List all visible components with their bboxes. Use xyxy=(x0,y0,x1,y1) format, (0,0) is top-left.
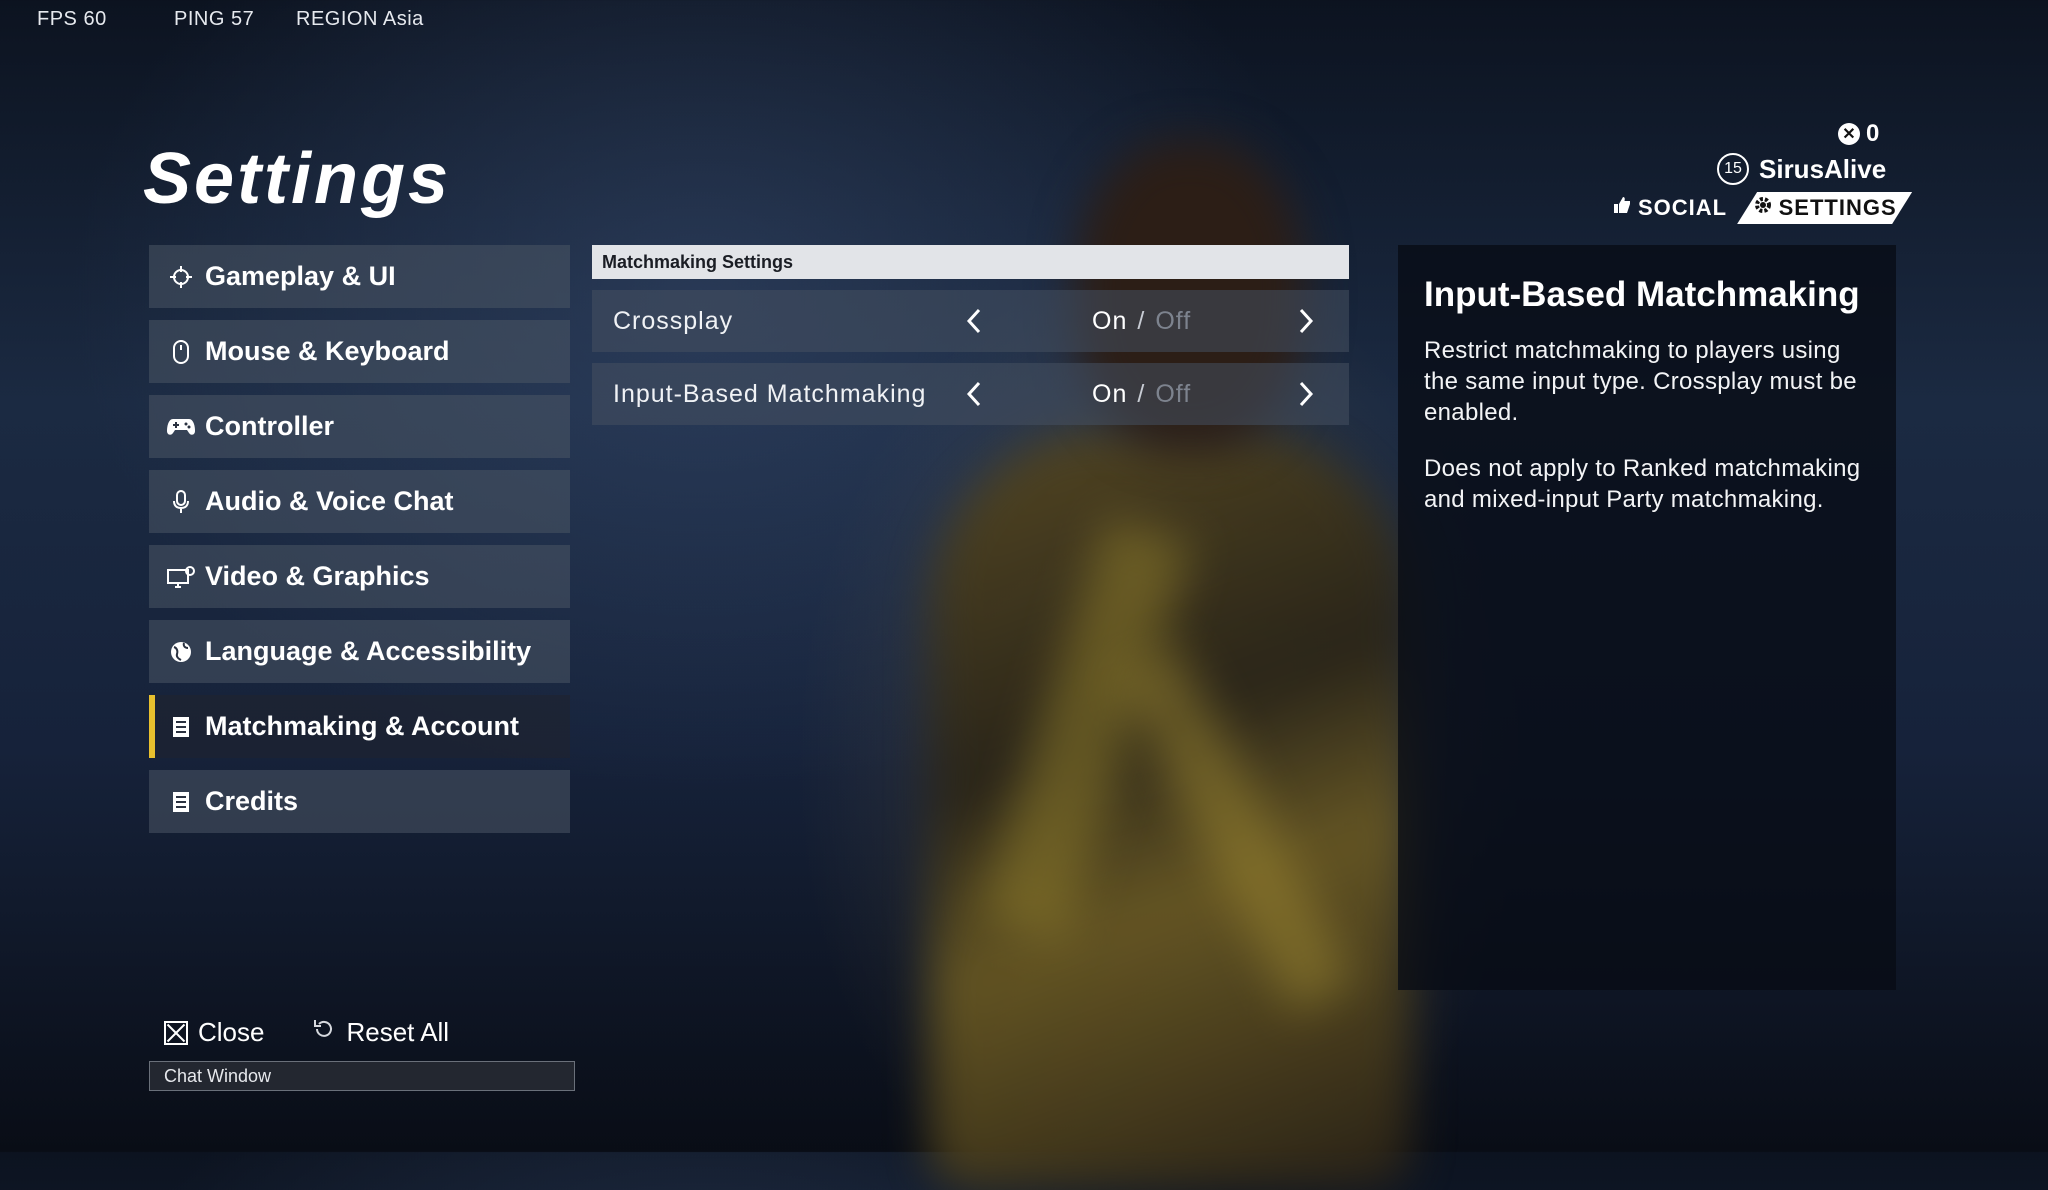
sidebar-item-video-graphics[interactable]: Video & Graphics xyxy=(149,545,570,608)
bottom-actions: Close Reset All xyxy=(164,1017,497,1048)
chevron-left-icon[interactable] xyxy=(964,290,984,352)
reset-icon xyxy=(312,1017,336,1048)
setting-label: Input-Based Matchmaking xyxy=(613,379,927,408)
description-paragraph: Does not apply to Ranked matchmaking and… xyxy=(1424,455,1861,513)
tab-settings-label: SETTINGS xyxy=(1778,195,1897,220)
toggle-value[interactable]: On / Off xyxy=(1092,363,1191,425)
document-icon xyxy=(167,791,195,813)
sidebar-item-label: Credits xyxy=(205,786,299,816)
option-on: On xyxy=(1092,379,1128,408)
gear-icon xyxy=(1753,195,1773,221)
document-icon xyxy=(167,716,195,738)
matchmaking-settings-panel: Matchmaking Settings Crossplay On / Off … xyxy=(592,245,1349,425)
setting-row-input-based-matchmaking[interactable]: Input-Based Matchmaking On / Off xyxy=(592,363,1349,425)
close-icon xyxy=(164,1020,188,1045)
chevron-left-icon[interactable] xyxy=(964,363,984,425)
setting-label: Crossplay xyxy=(613,306,734,335)
sidebar-item-mouse-keyboard[interactable]: Mouse & Keyboard xyxy=(149,320,570,383)
option-off: Off xyxy=(1155,306,1192,335)
top-navigation: SOCIAL SETTINGS xyxy=(1612,192,1912,224)
reset-label: Reset All xyxy=(346,1017,450,1047)
chat-window-input[interactable]: Chat Window xyxy=(149,1061,575,1091)
player-profile[interactable]: 15 SirusAlive xyxy=(1717,153,1886,185)
sidebar-item-matchmaking-account[interactable]: Matchmaking & Account xyxy=(149,695,570,758)
player-level-badge: 15 xyxy=(1717,153,1749,185)
microphone-icon xyxy=(167,489,195,514)
sidebar-item-label: Matchmaking & Account xyxy=(205,711,520,741)
crosshair-icon xyxy=(167,265,195,289)
settings-sidebar: Gameplay & UI Mouse & Keyboard Controlle… xyxy=(149,245,570,845)
panel-header: Matchmaking Settings xyxy=(592,245,1349,279)
tab-settings[interactable]: SETTINGS xyxy=(1737,192,1912,224)
description-title: Input-Based Matchmaking xyxy=(1424,275,1860,314)
tab-social[interactable]: SOCIAL xyxy=(1612,195,1737,221)
fps-counter: FPS 60 xyxy=(37,8,107,30)
setting-row-crossplay[interactable]: Crossplay On / Off xyxy=(592,290,1349,352)
sidebar-item-label: Language & Accessibility xyxy=(205,636,532,666)
setting-description-panel: Input-Based Matchmaking Restrict matchma… xyxy=(1398,245,1896,990)
sidebar-item-label: Audio & Voice Chat xyxy=(205,486,454,516)
player-username: SirusAlive xyxy=(1759,153,1887,184)
chevron-right-icon[interactable] xyxy=(1296,363,1316,425)
option-separator: / xyxy=(1137,306,1146,335)
chevron-right-icon[interactable] xyxy=(1296,290,1316,352)
gamepad-icon xyxy=(167,417,195,437)
sidebar-item-label: Gameplay & UI xyxy=(205,261,396,291)
option-off: Off xyxy=(1155,379,1192,408)
option-on: On xyxy=(1092,306,1128,335)
sidebar-item-controller[interactable]: Controller xyxy=(149,395,570,458)
sidebar-item-credits[interactable]: Credits xyxy=(149,770,570,833)
monitor-icon xyxy=(167,565,195,588)
currency-display: ✕ 0 xyxy=(1838,120,1879,148)
sidebar-item-label: Video & Graphics xyxy=(205,561,430,591)
page-title: Settings xyxy=(143,139,452,219)
sidebar-item-language-accessibility[interactable]: Language & Accessibility xyxy=(149,620,570,683)
sidebar-item-gameplay-ui[interactable]: Gameplay & UI xyxy=(149,245,570,308)
mouse-icon xyxy=(167,339,195,364)
option-separator: / xyxy=(1137,379,1146,408)
sidebar-item-label: Mouse & Keyboard xyxy=(205,336,450,366)
toggle-value[interactable]: On / Off xyxy=(1092,290,1191,352)
close-label: Close xyxy=(198,1017,265,1047)
currency-amount: 0 xyxy=(1866,120,1880,147)
currency-icon: ✕ xyxy=(1838,123,1860,145)
description-paragraph: Restrict matchmaking to players using th… xyxy=(1424,337,1857,426)
close-button[interactable]: Close xyxy=(164,1017,264,1048)
region-indicator: REGION Asia xyxy=(296,8,424,30)
reset-all-button[interactable]: Reset All xyxy=(312,1017,449,1048)
thumbs-up-icon xyxy=(1612,195,1632,221)
sidebar-item-label: Controller xyxy=(205,411,335,441)
globe-icon xyxy=(167,640,195,664)
sidebar-item-audio-voice-chat[interactable]: Audio & Voice Chat xyxy=(149,470,570,533)
tab-social-label: SOCIAL xyxy=(1638,195,1728,220)
ping-counter: PING 57 xyxy=(174,8,255,30)
